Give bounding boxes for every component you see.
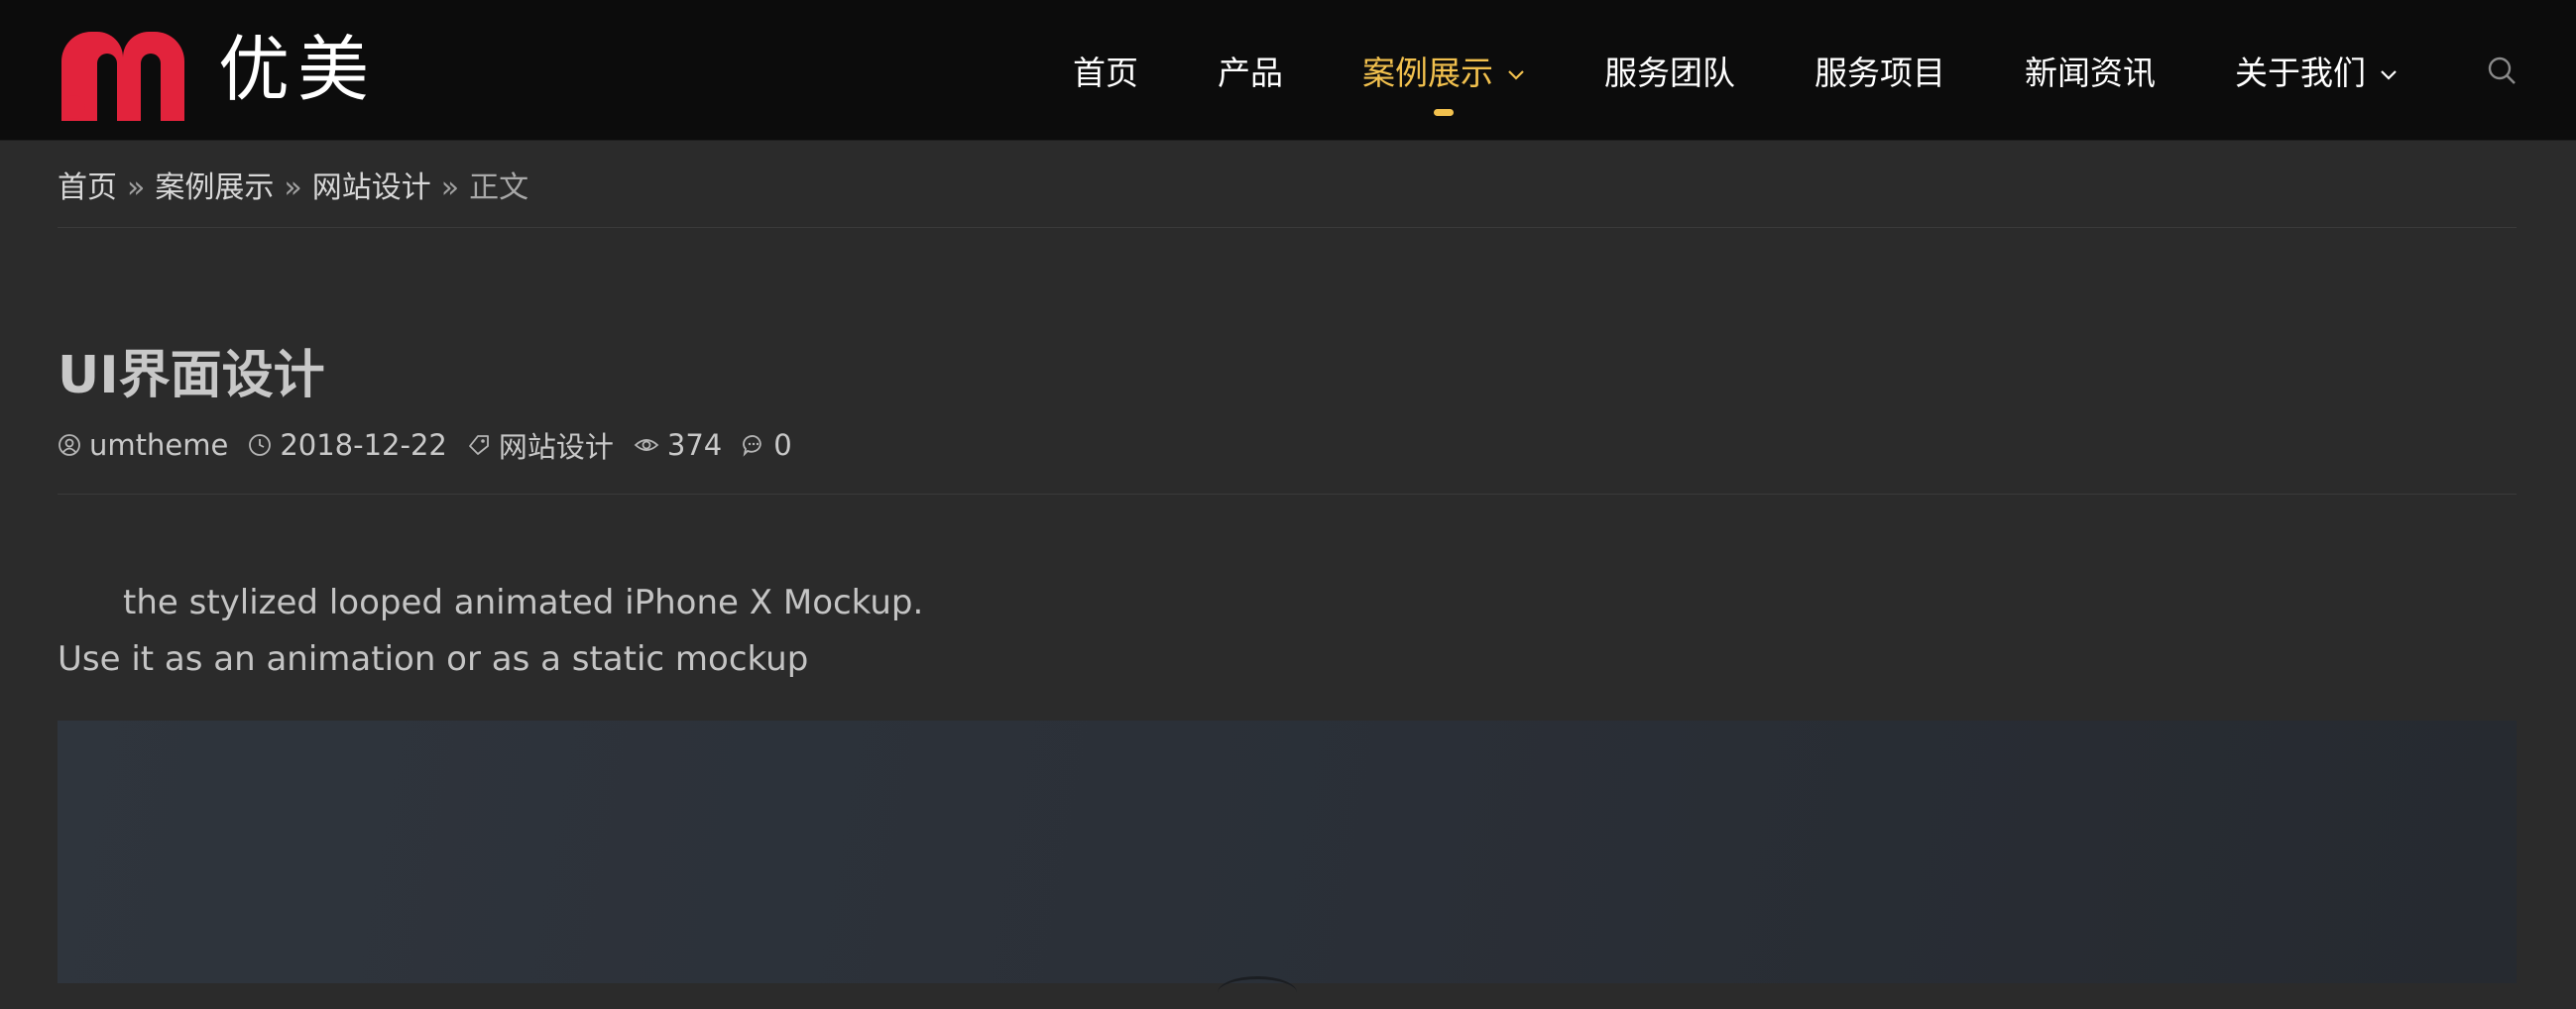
article-hero-image — [58, 721, 2517, 983]
nav-item-label: 服务项目 — [1815, 53, 1945, 92]
breadcrumb-divider — [58, 227, 2517, 228]
breadcrumb-separator: » — [440, 170, 460, 205]
meta-author[interactable]: umtheme — [58, 428, 228, 462]
meta-views: 374 — [634, 428, 722, 462]
nav-item-label: 关于我们 — [2235, 53, 2366, 92]
publish-date: 2018-12-22 — [280, 428, 447, 462]
breadcrumb-home[interactable]: 首页 — [58, 170, 117, 205]
nav-item-label: 案例展示 — [1362, 53, 1493, 92]
nav-item-cases[interactable]: 案例展示 — [1362, 0, 1525, 140]
breadcrumb-separator: » — [284, 170, 302, 205]
breadcrumb-cases[interactable]: 案例展示 — [155, 170, 274, 205]
nav-item-news[interactable]: 新闻资讯 — [2025, 0, 2156, 140]
comment-icon — [743, 435, 761, 457]
article-paragraph: Use it as an animation or as a static mo… — [58, 639, 809, 679]
nav-item-label: 产品 — [1218, 53, 1283, 92]
breadcrumb-current: 正文 — [469, 170, 529, 205]
search-icon[interactable] — [2487, 56, 2517, 85]
breadcrumb: 首页 » 案例展示 » 网站设计 » 正文 — [58, 163, 528, 206]
meta-category[interactable]: 网站设计 — [467, 424, 614, 466]
logo-mark-icon — [61, 32, 184, 121]
site-logo[interactable]: 优美 — [58, 18, 377, 121]
clock-icon — [249, 434, 272, 456]
active-indicator — [1434, 109, 1454, 116]
author-name: umtheme — [89, 428, 229, 462]
main-nav: 首页 产品 案例展示 服务团队 服务项目 新闻资讯 关于我们 — [1073, 0, 2398, 140]
nav-item-label: 新闻资讯 — [2025, 53, 2156, 92]
category-name: 网站设计 — [498, 430, 614, 464]
view-count: 374 — [666, 428, 723, 462]
chevron-down-icon — [2380, 51, 2398, 89]
tag-icon — [468, 435, 489, 455]
breadcrumb-web-design[interactable]: 网站设计 — [312, 170, 431, 205]
logo-text: 优美 — [218, 28, 378, 111]
user-icon — [59, 434, 80, 456]
chevron-down-icon — [1507, 51, 1525, 89]
meta-date: 2018-12-22 — [248, 428, 447, 462]
comment-count: 0 — [773, 428, 792, 462]
meta-divider — [58, 494, 2517, 495]
nav-item-label: 首页 — [1073, 53, 1138, 92]
breadcrumb-separator: » — [127, 170, 146, 205]
eye-icon — [634, 439, 659, 451]
article-paragraph: the stylized looped animated iPhone X Mo… — [123, 583, 924, 622]
meta-comments[interactable]: 0 — [742, 428, 792, 462]
nav-item-products[interactable]: 产品 — [1218, 0, 1283, 140]
article-title: UI界面设计 — [58, 346, 325, 405]
nav-item-team[interactable]: 服务团队 — [1604, 0, 1735, 140]
nav-item-label: 服务团队 — [1604, 53, 1735, 92]
nav-item-services[interactable]: 服务项目 — [1815, 0, 1945, 140]
nav-item-home[interactable]: 首页 — [1073, 0, 1138, 140]
site-header: 优美 首页 产品 案例展示 服务团队 服务项目 新闻资讯 关于我们 — [0, 0, 2576, 141]
nav-item-about[interactable]: 关于我们 — [2235, 0, 2398, 140]
article-body: the stylized looped animated iPhone X Mo… — [58, 575, 2437, 688]
article-meta: umtheme 2018-12-22 网站设计 374 0 — [58, 424, 812, 466]
mockup-device-edge — [1218, 976, 1297, 1009]
